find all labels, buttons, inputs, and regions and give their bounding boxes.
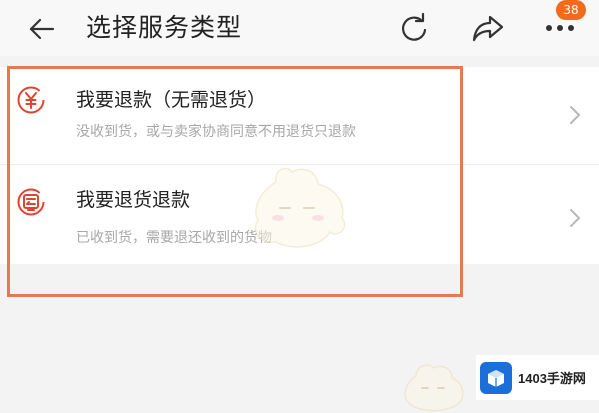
cube-logo-icon bbox=[480, 361, 512, 394]
more-dots-icon bbox=[546, 25, 574, 31]
option-return-and-refund[interactable]: 我要退货退款 已收到货，需要退还收到的货物 bbox=[0, 165, 599, 263]
share-button[interactable] bbox=[468, 10, 508, 46]
yuan-refund-icon bbox=[17, 86, 45, 114]
refresh-button[interactable] bbox=[394, 10, 434, 46]
notification-badge: 38 bbox=[556, 0, 586, 20]
service-type-list: 我要退款（无需退货） 没收到货，或与卖家协商同意不用退货只退款 我要退货退款 已… bbox=[0, 67, 599, 264]
page-title: 选择服务类型 bbox=[86, 13, 243, 42]
share-icon bbox=[472, 15, 504, 42]
back-button[interactable] bbox=[24, 12, 58, 46]
watermark-logo: 1403手游网 bbox=[476, 355, 599, 400]
refresh-icon bbox=[402, 12, 427, 41]
arrow-left-icon bbox=[29, 18, 55, 40]
chevron-right-icon bbox=[570, 106, 580, 124]
option-description: 已收到货，需要退还收到的货物 bbox=[76, 230, 272, 246]
option-title: 我要退款（无需退货） bbox=[76, 89, 267, 111]
header-bar: 选择服务类型 38 bbox=[0, 0, 599, 56]
watermark-site-name: 1403手游网 bbox=[518, 371, 586, 386]
option-refund-only[interactable]: 我要退款（无需退货） 没收到货，或与卖家协商同意不用退货只退款 bbox=[0, 67, 599, 165]
return-goods-icon bbox=[17, 188, 45, 216]
chevron-right-icon bbox=[570, 209, 580, 227]
option-description: 没收到货，或与卖家协商同意不用退货只退款 bbox=[76, 124, 356, 140]
option-title: 我要退货退款 bbox=[76, 189, 191, 211]
mascot-watermark-small-icon bbox=[404, 364, 464, 412]
